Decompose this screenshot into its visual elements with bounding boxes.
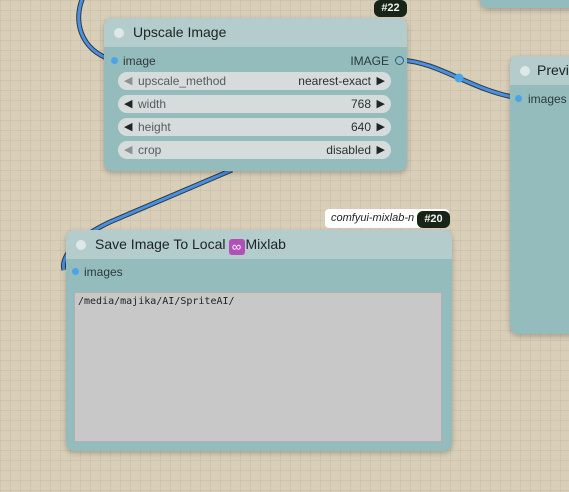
widget-label: upscale_method xyxy=(138,74,227,88)
triangle-right-icon[interactable]: ▶ xyxy=(377,97,385,110)
triangle-right-icon[interactable]: ▶ xyxy=(377,74,385,87)
circle-dot-icon[interactable] xyxy=(520,66,530,76)
upscale-image-node[interactable]: Upscale Image image IMAGE ◀ upscale_meth… xyxy=(104,18,407,171)
widget-value: disabled xyxy=(326,143,371,157)
node-title: Save Image To Local ∞ Mixlab xyxy=(95,236,286,255)
widget-value: 640 xyxy=(350,120,371,134)
triangle-left-icon[interactable]: ◀ xyxy=(124,120,132,133)
save-image-to-local-node[interactable]: Save Image To Local ∞ Mixlab images /media… xyxy=(66,230,452,451)
node-id-badge: #20 xyxy=(417,211,450,228)
image-input-socket[interactable] xyxy=(111,57,118,64)
widget-label: width xyxy=(138,97,167,111)
image-input-label: image xyxy=(123,54,156,68)
crop-combo[interactable]: ◀ crop disabled ▶ xyxy=(118,141,391,159)
images-input-socket[interactable] xyxy=(72,268,79,275)
width-number-widget[interactable]: ◀ width 768 ▶ xyxy=(118,95,391,113)
triangle-left-icon[interactable]: ◀ xyxy=(124,74,132,87)
height-number-widget[interactable]: ◀ height 640 ▶ xyxy=(118,118,391,136)
node-header[interactable]: Save Image To Local ∞ Mixlab xyxy=(66,230,452,259)
widget-label: crop xyxy=(138,143,162,157)
node-title: Previ xyxy=(537,62,569,78)
link-image-to-preview xyxy=(399,57,519,101)
node-header[interactable]: Previ xyxy=(510,56,569,85)
circle-dot-icon[interactable] xyxy=(76,240,86,250)
upscale-method-combo[interactable]: ◀ upscale_method nearest-exact ▶ xyxy=(118,72,391,90)
images-input-label: images xyxy=(528,92,567,106)
triangle-left-icon[interactable]: ◀ xyxy=(124,97,132,110)
node-title-text: Save Image To Local xyxy=(95,236,226,252)
path-textarea[interactable]: /media/majika/AI/SpriteAI/ xyxy=(74,292,442,442)
widget-value: nearest-exact xyxy=(298,74,371,88)
widget-label: height xyxy=(138,120,171,134)
link-midpoint[interactable] xyxy=(454,73,464,83)
triangle-right-icon[interactable]: ▶ xyxy=(377,143,385,156)
widget-value: 768 xyxy=(350,97,371,111)
circle-dot-icon[interactable] xyxy=(114,28,124,38)
node-title: Upscale Image xyxy=(133,24,227,40)
preview-image-node[interactable]: Previ images xyxy=(510,56,569,334)
images-input-socket[interactable] xyxy=(515,95,522,102)
image-output-label: IMAGE xyxy=(350,54,389,68)
infinity-icon: ∞ xyxy=(228,239,245,255)
triangle-left-icon[interactable]: ◀ xyxy=(124,143,132,156)
node-id-badge: #22 xyxy=(374,0,407,17)
image-output-socket[interactable] xyxy=(395,56,404,65)
node-header[interactable]: Upscale Image xyxy=(104,18,407,47)
partial-node-top-right[interactable] xyxy=(480,0,569,8)
triangle-right-icon[interactable]: ▶ xyxy=(377,120,385,133)
node-title-suffix: Mixlab xyxy=(245,236,286,252)
images-input-label: images xyxy=(84,265,123,279)
